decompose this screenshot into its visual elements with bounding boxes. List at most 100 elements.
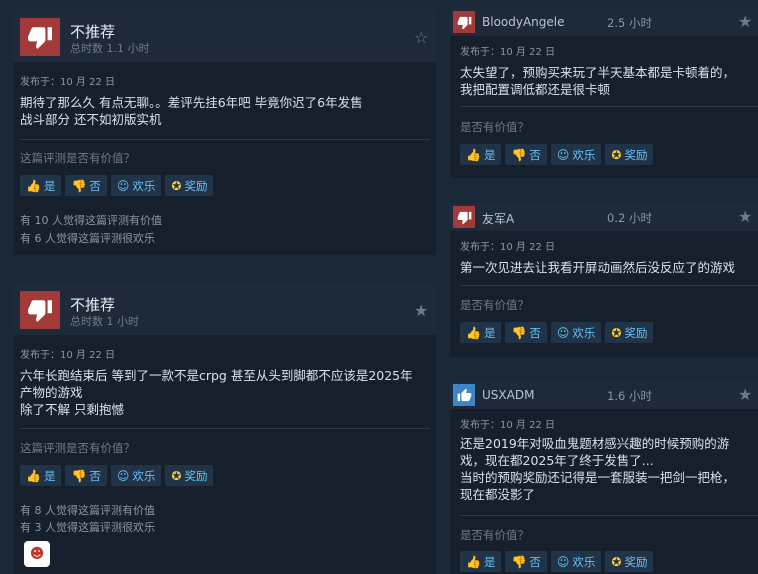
review-text: 第一次见进去让我看开屏动画然后没反应了的游戏 <box>460 260 736 275</box>
vote-funny-button[interactable]: ☺ 欢乐 <box>110 465 162 486</box>
thumbs-down-icon: 👎 <box>511 325 527 340</box>
smile-icon: ☺ <box>556 325 570 340</box>
vote-funny-label: 欢乐 <box>572 147 596 162</box>
review-header: BloodyAngele 2.5 小时 ★ <box>450 8 758 36</box>
star-filled-icon[interactable]: ★ <box>738 385 752 404</box>
vote-button-row: 👍 是 👎 否 ☺ 欢乐 ✪ 奖励 <box>460 551 654 572</box>
vote-yes-button[interactable]: 👍 是 <box>460 144 502 165</box>
vote-no-button[interactable]: 👎 否 <box>505 322 547 343</box>
vote-no-button[interactable]: 👎 否 <box>505 144 547 165</box>
thumbs-down-icon[interactable] <box>453 11 475 33</box>
thumbs-down-icon[interactable] <box>453 206 475 228</box>
star-filled-icon[interactable]: ★ <box>414 301 428 320</box>
award-label: 奖励 <box>624 325 648 340</box>
thumbs-down-icon: 👎 <box>511 554 527 569</box>
thumbs-up-icon: 👍 <box>466 554 481 569</box>
award-emoji-avatar[interactable]: ☻ <box>24 541 50 567</box>
left-review-column: 不推荐 总时数 1.1 小时 ☆ 发布于：10 月 22 日 期待了那么久 有点… <box>0 0 436 574</box>
review-header: 不推荐 总时数 1.1 小时 ☆ <box>14 10 436 62</box>
reviewer-name[interactable]: BloodyAngele <box>482 15 565 29</box>
vote-yes-label: 是 <box>43 468 56 483</box>
vote-yes-button[interactable]: 👍 是 <box>20 465 62 486</box>
thumbs-down-icon: 👎 <box>71 178 87 193</box>
vote-button-row: 👍 是 👎 否 ☺ 欢乐 ✪ 奖励 <box>20 465 214 486</box>
vote-no-button[interactable]: 👎 否 <box>65 175 107 196</box>
award-label: 奖励 <box>624 147 648 162</box>
vote-no-button[interactable]: 👎 否 <box>65 465 107 486</box>
thumbs-down-icon[interactable] <box>20 291 60 329</box>
smile-icon: ☺ <box>116 178 130 193</box>
vote-funny-button[interactable]: ☺ 欢乐 <box>550 144 602 165</box>
vote-yes-button[interactable]: 👍 是 <box>460 551 502 572</box>
thumbs-up-icon: 👍 <box>466 147 481 162</box>
vote-funny-button[interactable]: ☺ 欢乐 <box>110 175 162 196</box>
divider <box>460 106 758 107</box>
vote-no-label: 否 <box>529 147 541 162</box>
vote-button-row: 👍 是 👎 否 ☺ 欢乐 ✪ 奖励 <box>460 144 654 165</box>
award-icon: ✪ <box>171 468 182 483</box>
vote-funny-button[interactable]: ☺ 欢乐 <box>550 322 602 343</box>
thumbs-down-icon: 👎 <box>511 147 527 162</box>
award-icon: ✪ <box>611 554 622 569</box>
star-outline-icon[interactable]: ☆ <box>414 28 428 47</box>
award-button[interactable]: ✪ 奖励 <box>605 551 654 572</box>
helpful-question: 是否有价值？ <box>460 120 529 134</box>
review-playtime: 2.5 小时 <box>607 16 652 30</box>
review-text: 期待了那么久 有点无聊。。差评先挂6年吧 毕竟你迟了6年发售 战斗部分 还不如初… <box>20 95 363 127</box>
vote-no-label: 否 <box>529 325 541 340</box>
award-icon: ✪ <box>611 147 622 162</box>
review-posted-date: 发布于：10 月 22 日 <box>460 420 555 431</box>
helpful-question: 这篇评测是否有价值？ <box>20 441 135 455</box>
thumbs-down-icon: 👎 <box>71 468 87 483</box>
review-posted-date: 发布于：10 月 22 日 <box>460 242 555 253</box>
divider <box>20 139 430 140</box>
thumbs-up-icon[interactable] <box>453 384 475 406</box>
divider <box>20 428 430 429</box>
award-label: 奖励 <box>184 178 208 193</box>
review-card: BloodyAngele 2.5 小时 ★ 发布于：10 月 22 日 太失望了… <box>450 8 758 178</box>
review-playtime: 0.2 小时 <box>607 211 652 225</box>
review-playtime: 总时数 1 小时 <box>70 315 139 328</box>
review-card: 友军A 0.2 小时 ★ 发布于：10 月 22 日 第一次见进去让我看开屏动画… <box>450 203 758 357</box>
reviewer-name[interactable]: USXADM <box>482 388 534 402</box>
award-button[interactable]: ✪ 奖励 <box>605 322 654 343</box>
smile-icon: ☺ <box>116 468 130 483</box>
review-text: 六年长跑结束后 等到了一款不是crpg 甚至从头到脚都不应该是2025年 产物的… <box>20 368 413 417</box>
reviewer-name[interactable]: 友军A <box>482 210 514 227</box>
helpful-question: 是否有价值？ <box>460 298 529 312</box>
review-playtime: 1.6 小时 <box>607 389 652 403</box>
award-button[interactable]: ✪ 奖励 <box>165 465 214 486</box>
vote-yes-button[interactable]: 👍 是 <box>460 322 502 343</box>
award-button[interactable]: ✪ 奖励 <box>605 144 654 165</box>
review-verdict: 不推荐 <box>70 23 116 41</box>
vote-funny-label: 欢乐 <box>572 325 596 340</box>
smile-icon: ☺ <box>556 554 570 569</box>
review-posted-date: 发布于：10 月 22 日 <box>20 77 115 88</box>
review-header: USXADM 1.6 小时 ★ <box>450 381 758 409</box>
smile-icon: ☺ <box>556 147 570 162</box>
divider <box>460 285 758 286</box>
award-label: 奖励 <box>624 554 648 569</box>
vote-yes-label: 是 <box>483 554 496 569</box>
review-card: 不推荐 总时数 1 小时 ★ 发布于：10 月 22 日 六年长跑结束后 等到了… <box>14 283 436 574</box>
star-filled-icon[interactable]: ★ <box>738 12 752 31</box>
vote-no-label: 否 <box>89 178 101 193</box>
thumbs-down-icon[interactable] <box>20 18 60 56</box>
helpful-count: 有 8 人觉得这篇评测有价值 <box>20 504 155 517</box>
vote-no-button[interactable]: 👎 否 <box>505 551 547 572</box>
vote-button-row: 👍 是 👎 否 ☺ 欢乐 ✪ 奖励 <box>460 322 654 343</box>
award-label: 奖励 <box>184 468 208 483</box>
thumbs-up-icon: 👍 <box>466 325 481 340</box>
review-posted-date: 发布于：10 月 22 日 <box>20 350 115 361</box>
award-button[interactable]: ✪ 奖励 <box>165 175 214 196</box>
vote-button-row: 👍 是 👎 否 ☺ 欢乐 ✪ 奖励 <box>20 175 214 196</box>
review-header: 不推荐 总时数 1 小时 ★ <box>14 283 436 335</box>
vote-yes-button[interactable]: 👍 是 <box>20 175 62 196</box>
funny-count: 有 6 人觉得这篇评测很欢乐 <box>20 232 155 245</box>
award-icon: ✪ <box>171 178 182 193</box>
thumbs-up-icon: 👍 <box>26 178 41 193</box>
vote-funny-button[interactable]: ☺ 欢乐 <box>550 551 602 572</box>
star-filled-icon[interactable]: ★ <box>738 207 752 226</box>
review-text: 还是2019年对吸血鬼题材感兴趣的时候预购的游 戏，现在都2025年了终于发售了… <box>460 436 736 502</box>
vote-no-label: 否 <box>89 468 101 483</box>
